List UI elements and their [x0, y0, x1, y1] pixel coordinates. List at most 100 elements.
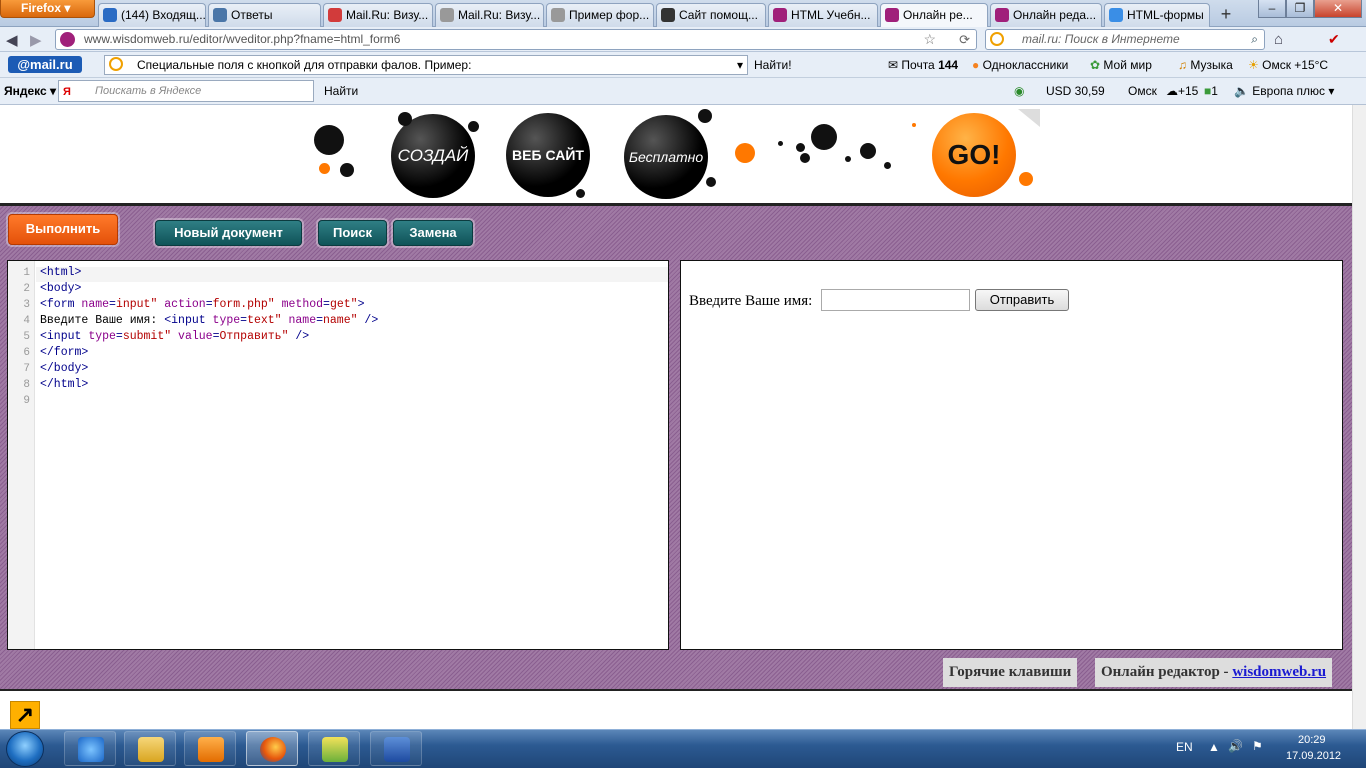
footer-credit: Онлайн редактор - wisdomweb.ru: [1095, 658, 1333, 687]
mailru-search-value: Специальные поля с кнопкой для отправки …: [137, 58, 472, 72]
tab-9[interactable]: Онлайн реда...: [990, 3, 1102, 27]
tab-favicon-icon: [885, 8, 899, 22]
tab-3[interactable]: Mail.Ru: Визу...: [323, 3, 433, 27]
tab-6[interactable]: Сайт помощ...: [656, 3, 766, 27]
tab-4[interactable]: Mail.Ru: Визу...: [435, 3, 544, 27]
tab-1[interactable]: (144) Входящ...: [98, 3, 206, 27]
replace-button[interactable]: Замена: [393, 220, 473, 246]
web-page: СОЗДАЙ ВЕБ САЙТ Бесплатно GO! Выполнить …: [0, 105, 1352, 729]
tab-favicon-icon: [551, 8, 565, 22]
radio-link[interactable]: 🔈 Европа плюс ▾: [1234, 84, 1334, 98]
media-player-icon: [198, 737, 224, 762]
usd-rate[interactable]: USD 30,59: [1046, 84, 1105, 98]
banner-ball-website: ВЕБ САЙТ: [506, 113, 590, 197]
new-tab-button[interactable]: +: [1213, 4, 1239, 26]
clock-date[interactable]: 17.09.2012: [1286, 750, 1341, 762]
network-icon[interactable]: ⚑: [1252, 739, 1263, 753]
taskbar-ie[interactable]: [64, 731, 116, 766]
back-icon[interactable]: ◀: [6, 31, 18, 49]
yandex-search-input[interactable]: Я Поискать в Яндексе: [58, 80, 314, 102]
city-label[interactable]: Омск: [1128, 84, 1157, 98]
home-icon[interactable]: ⌂: [1274, 31, 1283, 48]
line-number: 1: [23, 267, 30, 279]
page-scrollbar[interactable]: [1352, 105, 1366, 729]
search-button[interactable]: Поиск: [318, 220, 387, 246]
code-line: Введите Ваше имя: <input type=text" name…: [40, 314, 379, 327]
mailru-icon[interactable]: ✔: [1328, 31, 1340, 48]
start-button[interactable]: [6, 731, 44, 767]
taskbar-explorer[interactable]: [124, 731, 176, 766]
yandex-find-button[interactable]: Найти: [324, 84, 358, 98]
sync-icon[interactable]: ◉: [1014, 84, 1024, 98]
code-line: </body>: [40, 362, 89, 375]
odnoklassniki-link[interactable]: ● Одноклассники: [972, 58, 1068, 72]
tab-favicon-icon: [328, 8, 342, 22]
mail-link[interactable]: ✉ Почта 144: [888, 58, 958, 72]
tab-8[interactable]: Онлайн ре...: [880, 3, 988, 28]
preview-name-input[interactable]: [821, 289, 970, 311]
speaker-icon: 🔈: [1234, 84, 1249, 98]
hotkeys-button[interactable]: Горячие клавиши: [943, 658, 1078, 687]
current-line-highlight: [36, 267, 668, 282]
tab-label: Онлайн ре...: [903, 8, 973, 22]
counter[interactable]: ■1: [1204, 84, 1218, 98]
tab-2[interactable]: Ответы: [208, 3, 321, 27]
clock-time[interactable]: 20:29: [1298, 734, 1326, 746]
search-icon[interactable]: ⌕: [1251, 30, 1258, 49]
code-line: </html>: [40, 378, 89, 391]
word-icon: [384, 737, 410, 762]
wisdomweb-link[interactable]: wisdomweb.ru: [1232, 664, 1326, 680]
tab-favicon-icon: [213, 8, 227, 22]
preview-submit-button[interactable]: Отправить: [975, 289, 1069, 311]
bookmark-star-icon[interactable]: ☆: [923, 30, 936, 49]
tab-label: Онлайн реда...: [1013, 8, 1097, 22]
line-number: 3: [23, 299, 30, 311]
tab-label: HTML Учебн...: [791, 8, 871, 22]
music-link[interactable]: ♫ Музыка: [1178, 58, 1233, 72]
tab-label: Mail.Ru: Визу...: [458, 8, 541, 22]
maximize-button[interactable]: ❐: [1286, 0, 1314, 18]
new-document-button[interactable]: Новый документ: [155, 220, 302, 246]
tab-7[interactable]: HTML Учебн...: [768, 3, 878, 27]
run-button[interactable]: Выполнить: [8, 214, 118, 245]
close-button[interactable]: ✕: [1314, 0, 1362, 18]
temperature[interactable]: ☁+15: [1166, 84, 1198, 98]
weather-icon: ☀: [1248, 58, 1259, 72]
go-button[interactable]: GO!: [932, 113, 1016, 197]
search-input[interactable]: mail.ru: Поиск в Интернете ⌕: [985, 29, 1265, 50]
tab-10[interactable]: HTML-формы: [1104, 3, 1210, 27]
tab-label: Ответы: [231, 8, 273, 22]
mailru-search-select[interactable]: Специальные поля с кнопкой для отправки …: [104, 55, 748, 75]
info-icon[interactable]: [1018, 109, 1040, 127]
chevron-down-icon[interactable]: ▾: [737, 56, 743, 74]
weather-link[interactable]: ☀ Омск +15°C: [1248, 58, 1328, 72]
tab-5[interactable]: Пример фор...: [546, 3, 654, 27]
reload-icon[interactable]: ⟳: [959, 30, 970, 49]
mailru-logo[interactable]: @mail.ru: [8, 56, 82, 73]
mailru-find-button[interactable]: Найти!: [754, 58, 792, 72]
language-indicator[interactable]: EN: [1176, 740, 1193, 754]
tray-arrow-icon[interactable]: ▲: [1208, 740, 1220, 754]
line-number-gutter: 1 2 3 4 5 6 7 8 9: [8, 261, 35, 649]
url-bar[interactable]: www.wisdomweb.ru/editor/wveditor.php?fna…: [55, 29, 977, 50]
editor-area: Выполнить Новый документ Поиск Замена 1 2…: [0, 203, 1352, 691]
preview-pane: Введите Ваше имя: Отправить: [680, 260, 1343, 650]
envelope-icon: ✉: [888, 58, 899, 72]
tab-favicon-icon: [440, 8, 454, 22]
code-editor[interactable]: 1 2 3 4 5 6 7 8 9 <html> <body> <form name=input" …: [7, 260, 669, 650]
forward-icon[interactable]: ▶: [30, 31, 42, 49]
taskbar-word[interactable]: [370, 731, 422, 766]
firefox-menu-button[interactable]: Firefox ▾: [0, 0, 95, 18]
taskbar-firefox[interactable]: [246, 731, 298, 766]
volume-icon[interactable]: 🔊: [1228, 739, 1243, 753]
expand-arrow-icon[interactable]: ↗: [10, 701, 40, 729]
taskbar-media[interactable]: [184, 731, 236, 766]
window-controls: – ❐ ✕: [1258, 0, 1362, 18]
search-engine-icon: [990, 32, 1004, 46]
myworld-icon: ✿: [1090, 58, 1101, 72]
site-favicon-icon: [60, 32, 75, 47]
yandex-logo[interactable]: Яндекс ▾: [4, 84, 56, 98]
myworld-link[interactable]: ✿ Мой мир: [1090, 58, 1152, 72]
minimize-button[interactable]: –: [1258, 0, 1286, 18]
taskbar-app7[interactable]: [308, 731, 360, 766]
